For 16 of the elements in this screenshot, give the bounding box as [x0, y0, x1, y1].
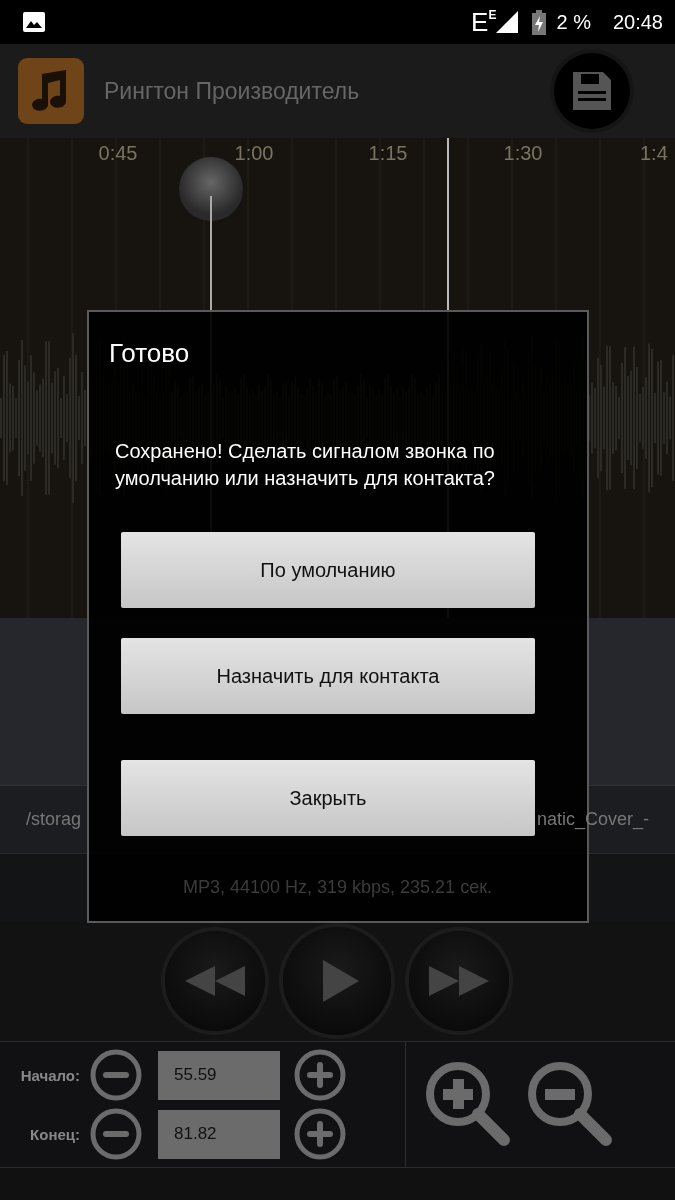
time-label: 1:4	[640, 142, 668, 165]
time-label: 1:15	[368, 142, 408, 165]
field-label: Начало:	[19, 1066, 80, 1084]
dialog-message: Сохранено! Сделать сигналом звонка по умолчанию или назначить для контакта?	[115, 439, 496, 491]
time-label: 1:30	[503, 142, 543, 165]
network-type: E	[471, 9, 489, 35]
field-label: Конец:	[29, 1125, 80, 1143]
app-title: Рингтон Производитель	[104, 77, 361, 105]
dialog-title: Готово	[109, 338, 191, 368]
network-type-label: E	[488, 8, 497, 22]
file-info: MP3, 44100 Hz, 319 kbps, 235.21 сек.	[182, 877, 493, 898]
clock: 20:48	[612, 10, 663, 34]
file-path: /storag	[26, 809, 82, 830]
battery-level: 2 %	[556, 10, 591, 34]
time-label: 1:00	[234, 142, 274, 165]
time-label: 0:45	[98, 142, 138, 165]
